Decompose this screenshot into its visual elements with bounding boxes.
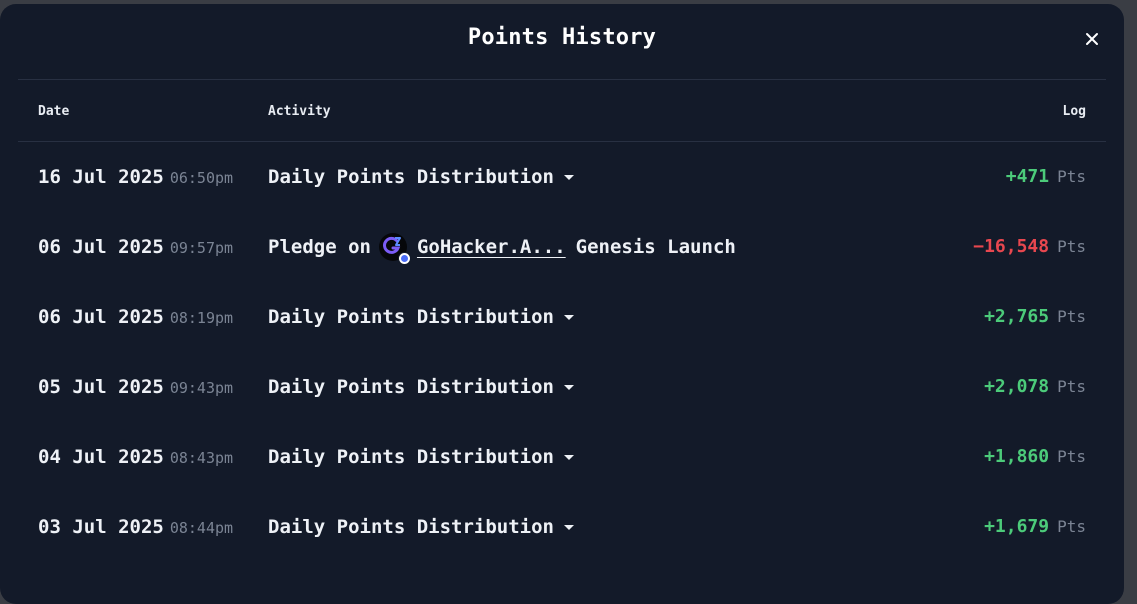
- row-log-unit: Pts: [1057, 307, 1086, 326]
- row-activity-cell[interactable]: Daily Points Distribution: [268, 444, 576, 470]
- row-activity-cell[interactable]: Daily Points Distribution: [268, 374, 576, 400]
- table-header: Date Activity Log: [18, 80, 1106, 142]
- caret-down-icon[interactable]: [562, 380, 576, 394]
- row-log-unit: Pts: [1057, 237, 1086, 256]
- table-row: 16 Jul 2025 06:50pm Daily Points Distribu…: [18, 142, 1106, 212]
- table-row: 06 Jul 2025 09:57pm Pledge on GoHacker.A.…: [18, 212, 1106, 282]
- row-date: 16 Jul 2025: [38, 166, 164, 188]
- row-date-cell: 05 Jul 2025 09:43pm: [38, 376, 233, 398]
- row-log-value: −16,548: [973, 236, 1050, 257]
- close-icon: [1086, 33, 1098, 45]
- row-activity-cell: Pledge on GoHacker.A... Genesis Launch: [268, 233, 736, 265]
- row-date-cell: 06 Jul 2025 09:57pm: [38, 236, 233, 258]
- row-activity-cell[interactable]: Daily Points Distribution: [268, 164, 576, 190]
- row-activity: Daily Points Distribution: [268, 516, 554, 538]
- row-activity: Daily Points Distribution: [268, 376, 554, 398]
- row-log-cell: +1,679 Pts: [984, 516, 1086, 537]
- row-date: 03 Jul 2025: [38, 516, 164, 538]
- row-date-cell: 16 Jul 2025 06:50pm: [38, 166, 233, 188]
- modal-header: Points History: [18, 4, 1106, 80]
- row-log-cell: +471 Pts: [1006, 166, 1086, 187]
- row-activity: Daily Points Distribution: [268, 446, 554, 468]
- modal-title: Points History: [467, 25, 657, 50]
- gohacker-logo-icon[interactable]: [378, 233, 411, 265]
- row-log-value: +471: [1005, 166, 1050, 187]
- caret-down-icon[interactable]: [562, 170, 576, 184]
- row-date: 06 Jul 2025: [38, 306, 164, 328]
- table-row: 05 Jul 2025 09:43pm Daily Points Distribu…: [18, 352, 1106, 422]
- row-log-value: +2,765: [984, 306, 1050, 327]
- row-activity-suffix: Genesis Launch: [575, 236, 736, 258]
- row-time: 08:19pm: [169, 309, 234, 327]
- table-row: 04 Jul 2025 08:43pm Daily Points Distribu…: [18, 422, 1106, 492]
- history-list: 16 Jul 2025 06:50pm Daily Points Distribu…: [18, 142, 1106, 562]
- table-row: 06 Jul 2025 08:19pm Daily Points Distribu…: [18, 282, 1106, 352]
- row-log-cell: −16,548 Pts: [973, 236, 1086, 257]
- row-log-cell: +2,765 Pts: [984, 306, 1086, 327]
- row-activity: Daily Points Distribution: [268, 306, 554, 328]
- row-date: 04 Jul 2025: [38, 446, 164, 468]
- table-row: 03 Jul 2025 08:44pm Daily Points Distribu…: [18, 492, 1106, 562]
- row-activity-cell[interactable]: Daily Points Distribution: [268, 514, 576, 540]
- row-time: 06:50pm: [169, 169, 234, 187]
- row-log-value: +1,860: [984, 446, 1050, 467]
- project-link[interactable]: GoHacker.A...: [417, 236, 566, 258]
- row-time: 08:44pm: [169, 519, 234, 537]
- row-log-cell: +1,860 Pts: [984, 446, 1086, 467]
- row-date: 06 Jul 2025: [38, 236, 164, 258]
- column-header-date: Date: [38, 104, 70, 119]
- row-log-value: +2,078: [984, 376, 1050, 397]
- row-log-unit: Pts: [1057, 377, 1086, 396]
- column-header-activity: Activity: [268, 104, 331, 119]
- row-activity-cell[interactable]: Daily Points Distribution: [268, 304, 576, 330]
- row-date-cell: 04 Jul 2025 08:43pm: [38, 446, 233, 468]
- row-log-unit: Pts: [1057, 517, 1086, 536]
- row-log-value: +1,679: [984, 516, 1050, 537]
- verified-badge-icon: [397, 252, 411, 265]
- points-history-modal: Points History Date Activity Log 16 Jul …: [0, 4, 1124, 604]
- row-time: 09:43pm: [169, 379, 234, 397]
- column-header-log: Log: [1062, 104, 1086, 119]
- row-date-cell: 03 Jul 2025 08:44pm: [38, 516, 233, 538]
- row-activity: Daily Points Distribution: [268, 166, 554, 188]
- row-log-unit: Pts: [1057, 447, 1086, 466]
- caret-down-icon[interactable]: [562, 450, 576, 464]
- row-log-unit: Pts: [1057, 167, 1086, 186]
- row-activity-prefix: Pledge on: [268, 236, 371, 258]
- row-date-cell: 06 Jul 2025 08:19pm: [38, 306, 233, 328]
- row-date: 05 Jul 2025: [38, 376, 164, 398]
- row-time: 08:43pm: [169, 449, 234, 467]
- caret-down-icon[interactable]: [562, 310, 576, 324]
- caret-down-icon[interactable]: [562, 520, 576, 534]
- close-button[interactable]: [1081, 28, 1103, 50]
- row-log-cell: +2,078 Pts: [984, 376, 1086, 397]
- row-time: 09:57pm: [169, 239, 234, 257]
